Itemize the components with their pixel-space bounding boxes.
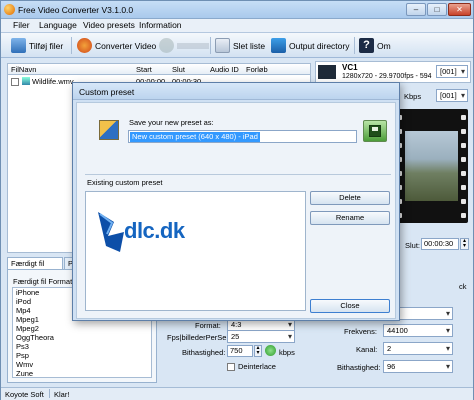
minimize-button[interactable]: –	[406, 3, 426, 16]
dialog-close-button[interactable]: Close	[310, 299, 390, 313]
menu-bar: Filer Language Video presets Information	[1, 19, 473, 33]
end-time-label: Slut:	[405, 241, 421, 250]
channel-select[interactable]: 2	[383, 342, 453, 355]
video-bitrate-input[interactable]: 750	[227, 345, 253, 357]
preview-frame	[405, 131, 458, 201]
toolbar-separator	[210, 37, 211, 54]
frequency-label: Frekvens:	[344, 327, 377, 336]
save-preset-button[interactable]	[363, 120, 387, 142]
toolbar: Tilføj filer Converter Video Slet liste …	[1, 33, 473, 58]
dialog-title: Custom preset	[79, 87, 135, 97]
about-button[interactable]: ? Om	[359, 35, 391, 56]
menu-information[interactable]: Information	[139, 20, 182, 30]
convert-label: Converter Video	[95, 40, 157, 51]
list-item[interactable]: Wmv	[13, 360, 151, 369]
col-audio-id[interactable]: Audio ID	[210, 65, 239, 74]
menu-language[interactable]: Language	[39, 20, 77, 30]
audio-track-label: ck	[459, 282, 467, 291]
fps-label: Fps|billederPerSe	[167, 333, 227, 342]
aspect-format-label: Format:	[195, 321, 221, 330]
col-filename[interactable]: FilNavn	[11, 65, 36, 74]
preset-name-text: New custom preset (640 x 480) - iPad	[130, 132, 260, 142]
delete-list-button[interactable]: Slet liste	[215, 35, 265, 56]
end-time-input[interactable]: 00:00:30	[421, 238, 459, 250]
convert-video-button[interactable]: Converter Video	[77, 35, 156, 56]
audio-bitrate-setting-label: Bithastighed:	[337, 363, 381, 372]
list-item[interactable]: Zune	[13, 369, 151, 377]
output-folder-icon	[271, 38, 286, 53]
video-preview	[395, 109, 468, 223]
dialog-separator	[85, 174, 391, 175]
status-company: Koyote Soft	[5, 390, 44, 399]
add-files-button[interactable]: Tilføj filer	[11, 35, 63, 56]
channel-label: Kanal:	[356, 345, 378, 354]
toolbar-separator	[71, 37, 72, 54]
audio-stream-select[interactable]: [001]	[436, 89, 468, 102]
list-item[interactable]: Psp	[13, 351, 151, 360]
deinterlace-label: Deinterlace	[238, 362, 276, 371]
preset-name-input[interactable]: New custom preset (640 x 480) - iPad	[128, 130, 357, 143]
video-stream-select[interactable]: [001]	[436, 65, 468, 78]
frequency-select[interactable]: 44100	[383, 324, 453, 337]
add-icon[interactable]	[265, 345, 276, 356]
end-time-spinner[interactable]: ▴ ▾	[460, 238, 469, 250]
dialog-title-bar: Custom preset	[73, 83, 399, 100]
list-item[interactable]: OggTheora	[13, 333, 151, 342]
list-icon	[215, 38, 230, 53]
video-bitrate-spinner[interactable]: ▴ ▾	[254, 345, 262, 357]
about-label: Om	[377, 40, 391, 51]
title-bar: Free Video Converter V3.1.0.0 – □ ✕	[1, 1, 473, 19]
video-bitrate-label: Bithastighed:	[182, 348, 226, 357]
audio-bitrate-label: Kbps	[404, 92, 422, 101]
audio-bitrate-select[interactable]: 96	[383, 360, 453, 373]
watermark-text: dlc.dk	[124, 218, 185, 243]
col-progress[interactable]: Forløb	[246, 65, 268, 74]
toolbar-separator	[354, 37, 355, 54]
save-preset-label: Save your new preset as:	[129, 118, 214, 127]
status-separator	[49, 389, 50, 398]
video-bitrate-unit: kbps	[279, 348, 295, 357]
help-icon: ?	[359, 38, 374, 53]
delete-preset-button[interactable]: Delete	[310, 191, 390, 205]
row-checkbox[interactable]	[11, 78, 19, 86]
stop-icon	[159, 38, 174, 53]
tab-output-format[interactable]: Færdigt fil Format	[7, 257, 63, 277]
status-text: Klar!	[54, 390, 70, 399]
file-list-header: FilNavn Start Slut Audio ID Forløb	[7, 63, 311, 75]
row-filename: Wildlife.wmv	[32, 77, 74, 86]
video-codec-name: VC1	[342, 63, 358, 72]
window-title: Free Video Converter V3.1.0.0	[18, 5, 134, 15]
floppy-save-icon	[369, 125, 381, 137]
dialog-body: Save your new preset as: New custom pres…	[76, 102, 396, 319]
app-logo-icon	[4, 4, 15, 15]
preset-cube-icon	[99, 120, 119, 140]
close-button[interactable]: ✕	[448, 3, 471, 16]
custom-preset-dialog: Custom preset Save your new preset as: N…	[72, 82, 400, 321]
menu-video-presets[interactable]: Video presets	[83, 20, 135, 30]
maximize-button[interactable]: □	[427, 3, 447, 16]
col-start[interactable]: Start	[136, 65, 152, 74]
list-item[interactable]: Ps3	[13, 342, 151, 351]
output-directory-label: Output directory	[289, 40, 350, 51]
existing-preset-list[interactable]: dlc.dk	[85, 191, 306, 311]
stop-button[interactable]	[159, 35, 209, 56]
list-item[interactable]: Mpeg2	[13, 324, 151, 333]
video-file-icon	[22, 77, 30, 85]
stop-label-disabled	[177, 42, 209, 49]
status-bar: Koyote Soft Klar!	[1, 387, 473, 400]
add-files-icon	[11, 38, 26, 53]
add-files-label: Tilføj filer	[29, 40, 64, 51]
fps-select[interactable]: 25	[227, 330, 295, 343]
video-track-icon	[318, 65, 336, 79]
deinterlace-checkbox[interactable]	[227, 363, 235, 371]
output-directory-button[interactable]: Output directory	[271, 35, 349, 56]
rename-preset-button[interactable]: Rename	[310, 211, 390, 225]
video-codec-info: 1280x720 - 29.9700fps - 594	[342, 73, 432, 80]
col-end[interactable]: Slut	[172, 65, 185, 74]
convert-icon	[77, 38, 92, 53]
delete-list-label: Slet liste	[233, 40, 266, 51]
menu-filer[interactable]: Filer	[13, 20, 30, 30]
existing-preset-label: Existing custom preset	[87, 178, 163, 187]
format-label: Færdigt fil Format:	[13, 277, 75, 286]
